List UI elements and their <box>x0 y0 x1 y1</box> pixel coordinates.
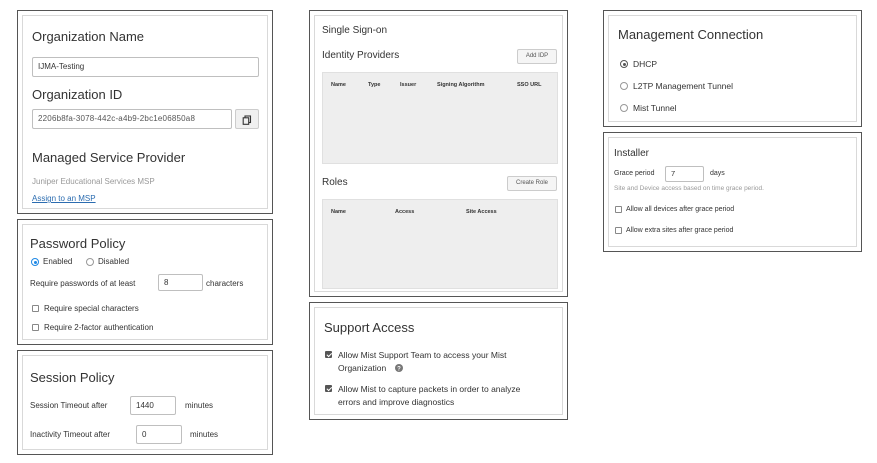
session-timeout-label: Session Timeout after <box>30 401 108 410</box>
allow-devices-label: Allow all devices after grace period <box>626 206 735 213</box>
min-length-input[interactable]: 8 <box>158 274 203 291</box>
password-policy-inner: Password Policy Enabled Disabled Require… <box>22 224 268 340</box>
enabled-radio[interactable] <box>31 258 39 266</box>
organization-panel-inner: Organization Name IJMA-Testing Organizat… <box>22 15 268 209</box>
session-policy-panel: Session Policy Session Timeout after 144… <box>17 350 273 455</box>
support-access-panel: Support Access Allow Mist Support Team t… <box>309 302 568 420</box>
msp-heading: Managed Service Provider <box>32 150 186 165</box>
create-role-button[interactable]: Create Role <box>507 176 557 191</box>
grace-period-hint: Site and Device access based on time gra… <box>614 185 764 192</box>
organization-id-field: 2206b8fa-3078-442c-a4b9-2bc1e06850a8 <box>32 109 232 129</box>
allow-capture-checkbox[interactable] <box>325 385 332 392</box>
dhcp-label: DHCP <box>633 59 658 69</box>
inactivity-timeout-unit: minutes <box>190 430 219 439</box>
session-policy-heading: Session Policy <box>30 370 115 385</box>
installer-inner: Installer Grace period 7 days Site and D… <box>608 137 857 247</box>
disabled-label: Disabled <box>98 257 130 266</box>
inactivity-timeout-input[interactable]: 0 <box>136 425 182 444</box>
installer-panel: Installer Grace period 7 days Site and D… <box>603 132 862 252</box>
min-length-prefix: Require passwords of at least <box>30 279 136 288</box>
grace-period-label: Grace period <box>614 170 655 177</box>
grace-period-input[interactable]: 7 <box>665 166 704 182</box>
allow-capture-label-line1: Allow Mist to capture packets in order t… <box>338 384 521 394</box>
sso-panel: Single Sign-on Identity Providers Add ID… <box>309 10 568 297</box>
allow-support-label-line1: Allow Mist Support Team to access your M… <box>338 350 507 360</box>
idp-heading: Identity Providers <box>322 50 400 61</box>
sso-heading: Single Sign-on <box>322 25 388 36</box>
allow-support-checkbox[interactable] <box>325 351 332 358</box>
roles-col-access: Access <box>395 209 415 215</box>
idp-col-signing-algorithm: Signing Algorithm <box>437 82 485 88</box>
management-connection-panel: Management Connection DHCP L2TP Manageme… <box>603 10 862 127</box>
roles-table: Name Access Site Access <box>322 199 558 289</box>
l2tp-radio[interactable] <box>620 82 628 90</box>
disabled-radio[interactable] <box>86 258 94 266</box>
inactivity-timeout-label: Inactivity Timeout after <box>30 430 111 439</box>
add-idp-button[interactable]: Add IDP <box>517 49 557 64</box>
require-2fa-label: Require 2-factor authentication <box>44 323 154 332</box>
require-special-label: Require special characters <box>44 304 139 313</box>
assign-msp-link[interactable]: Assign to an MSP <box>32 194 96 203</box>
organization-panel: Organization Name IJMA-Testing Organizat… <box>17 10 273 214</box>
mist-tunnel-radio[interactable] <box>620 104 628 112</box>
roles-col-name: Name <box>331 209 346 215</box>
roles-col-site-access: Site Access <box>466 209 497 215</box>
support-access-inner: Support Access Allow Mist Support Team t… <box>314 307 563 415</box>
support-access-heading: Support Access <box>324 320 415 335</box>
l2tp-label: L2TP Management Tunnel <box>633 81 734 91</box>
dhcp-radio[interactable] <box>620 60 628 68</box>
idp-col-sso-url: SSO URL <box>517 82 542 88</box>
idp-col-name: Name <box>331 82 346 88</box>
idp-col-issuer: Issuer <box>400 82 417 88</box>
password-policy-panel: Password Policy Enabled Disabled Require… <box>17 219 273 345</box>
min-length-suffix: characters <box>206 279 244 288</box>
copy-icon <box>242 115 252 125</box>
copy-button[interactable] <box>235 109 259 129</box>
allow-sites-checkbox[interactable] <box>615 227 622 234</box>
svg-text:?: ? <box>397 366 401 372</box>
help-icon[interactable]: ? <box>395 364 403 372</box>
enabled-label: Enabled <box>43 257 73 266</box>
organization-name-heading: Organization Name <box>32 29 144 44</box>
msp-value: Juniper Educational Services MSP <box>32 177 155 186</box>
roles-heading: Roles <box>322 177 348 188</box>
idp-col-type: Type <box>368 82 381 88</box>
installer-heading: Installer <box>614 148 650 159</box>
management-connection-heading: Management Connection <box>618 27 764 42</box>
allow-sites-label: Allow extra sites after grace period <box>626 227 734 234</box>
grace-period-unit: days <box>710 170 725 177</box>
mist-tunnel-label: Mist Tunnel <box>633 103 677 113</box>
management-connection-inner: Management Connection DHCP L2TP Manageme… <box>608 15 857 122</box>
organization-id-heading: Organization ID <box>32 87 123 102</box>
session-timeout-input[interactable]: 1440 <box>130 396 176 415</box>
session-policy-inner: Session Policy Session Timeout after 144… <box>22 355 268 450</box>
allow-capture-label-line2: errors and improve diagnostics <box>338 397 455 407</box>
require-special-checkbox[interactable] <box>32 305 39 312</box>
password-policy-heading: Password Policy <box>30 236 126 251</box>
sso-panel-inner: Single Sign-on Identity Providers Add ID… <box>314 15 563 292</box>
require-2fa-checkbox[interactable] <box>32 324 39 331</box>
allow-devices-checkbox[interactable] <box>615 206 622 213</box>
allow-support-label-line2: Organization <box>338 363 387 373</box>
session-timeout-unit: minutes <box>185 401 214 410</box>
idp-table: Name Type Issuer Signing Algorithm SSO U… <box>322 72 558 164</box>
organization-name-input[interactable]: IJMA-Testing <box>32 57 259 77</box>
